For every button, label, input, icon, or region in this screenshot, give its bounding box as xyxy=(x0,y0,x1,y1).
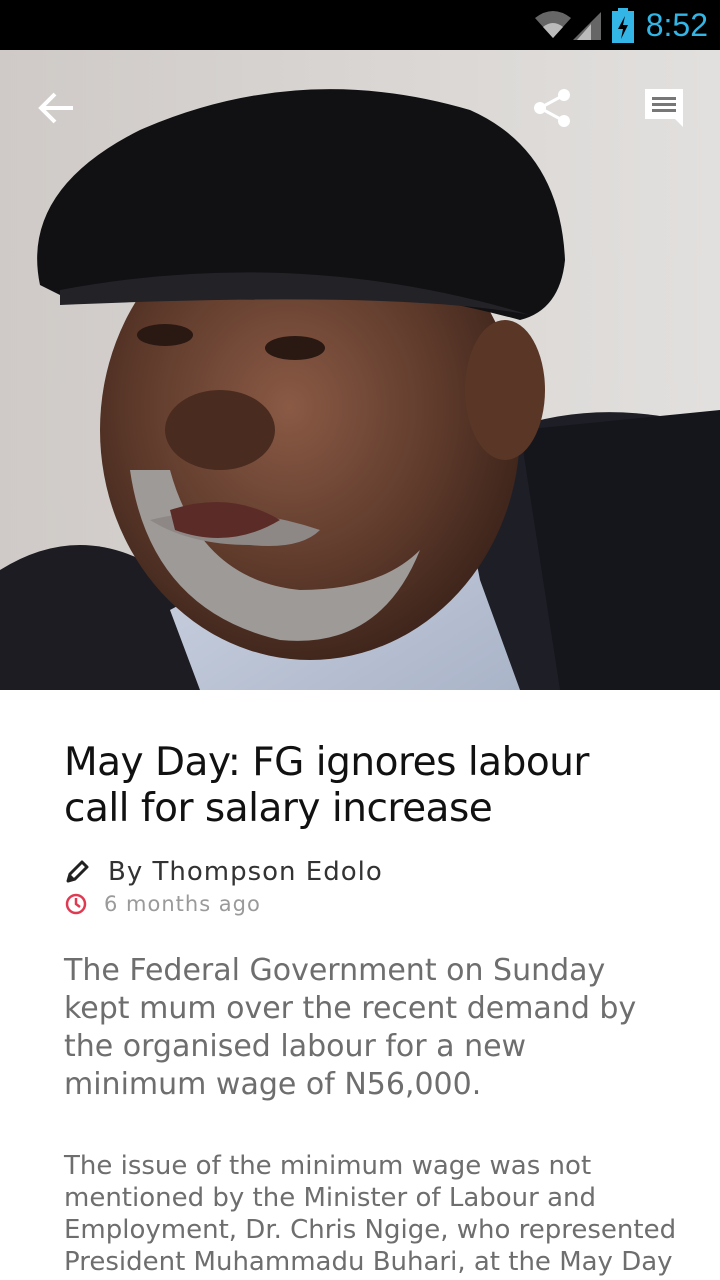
clock-icon xyxy=(65,893,87,915)
battery-charging-icon xyxy=(612,8,634,43)
back-button[interactable] xyxy=(24,80,88,136)
published-time: 6 months ago xyxy=(104,892,261,916)
article-body: The issue of the minimum wage was not me… xyxy=(64,1151,677,1277)
author-name: By Thompson Edolo xyxy=(108,857,383,887)
arrow-left-icon xyxy=(38,92,73,124)
article-title: May Day: FG ignores labour call for sala… xyxy=(64,740,589,831)
status-bar: 8:52 xyxy=(0,0,720,50)
share-icon xyxy=(534,89,570,127)
article-published: 6 months ago xyxy=(64,888,261,920)
wifi-icon xyxy=(535,11,571,38)
pencil-icon xyxy=(66,860,89,883)
comments-button[interactable] xyxy=(632,78,696,138)
comment-icon xyxy=(645,89,683,127)
article-hero-image xyxy=(0,50,720,690)
status-time: 8:52 xyxy=(645,7,708,43)
article-author: By Thompson Edolo xyxy=(64,854,383,890)
share-button[interactable] xyxy=(520,78,584,138)
article-lead: The Federal Government on Sunday kept mu… xyxy=(64,953,637,1102)
signal-icon xyxy=(573,12,601,40)
